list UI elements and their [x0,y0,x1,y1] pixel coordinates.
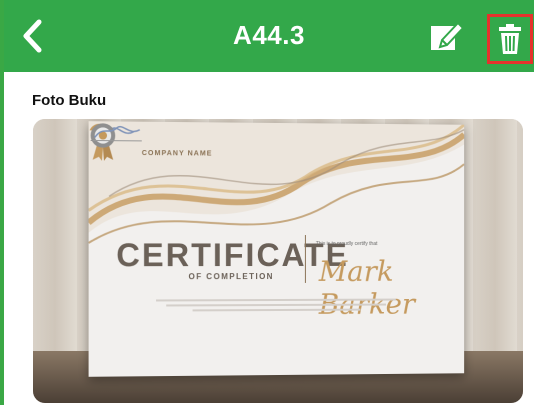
book-photo[interactable]: COMPANY NAME CERTIFICATE OF COMPLETION T… [33,119,523,403]
trash-icon [499,24,521,54]
delete-button[interactable] [487,14,533,64]
edit-icon [431,21,465,50]
section-label: Foto Buku [32,92,107,109]
certificate-image: COMPANY NAME CERTIFICATE OF COMPLETION T… [88,121,465,377]
top-app-bar: A44.3 [4,0,534,72]
certificate-subtitle: OF COMPLETION [188,272,274,282]
signature-right [89,121,146,146]
certificate-divider [304,235,306,283]
edit-button[interactable] [428,18,466,54]
certificate-presented-text: This is to proudly certify that [315,241,378,248]
certificate-title: CERTIFICATE [116,236,349,274]
certificate-company: COMPANY NAME [141,149,213,158]
certificate-body-lines [156,298,396,315]
